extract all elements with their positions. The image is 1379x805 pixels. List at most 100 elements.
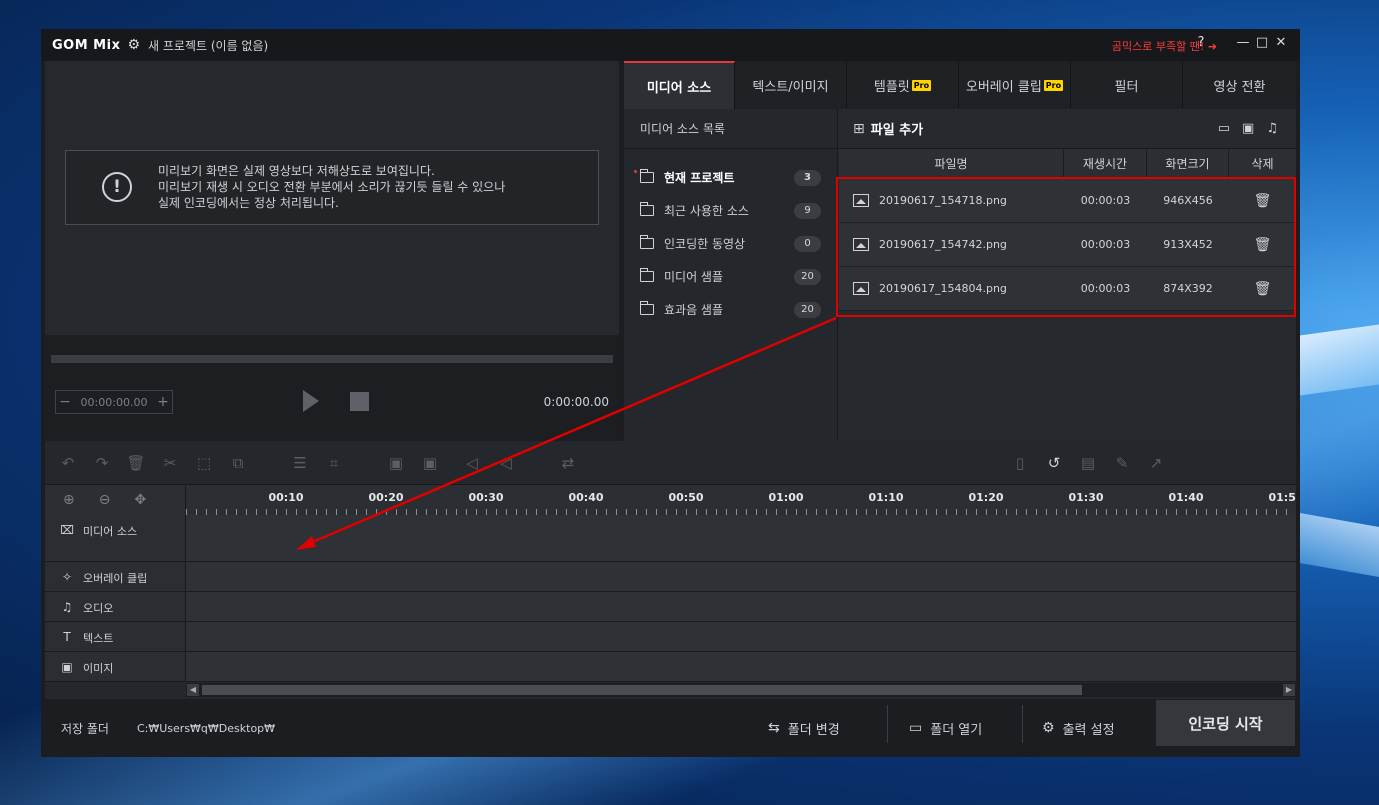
trash-icon[interactable]: 🗑	[1229, 237, 1296, 253]
tab-transition[interactable]: 영상 전환	[1183, 61, 1296, 109]
track-body[interactable]	[186, 562, 1296, 591]
folder-icon	[640, 268, 654, 282]
column-size[interactable]: 화면크기	[1147, 148, 1229, 179]
trash-icon[interactable]: 🗑	[1229, 281, 1296, 297]
track-body[interactable]	[186, 622, 1296, 651]
add-file-icon[interactable]: ⊞	[853, 121, 865, 137]
split-icon[interactable]: ⧉	[227, 454, 249, 472]
tab-filter[interactable]: 필터	[1071, 61, 1183, 109]
export-project-icon[interactable]: ↗	[1145, 454, 1167, 472]
gear-icon[interactable]: ⚙	[127, 37, 140, 53]
scroll-right-icon[interactable]: ▶	[1283, 684, 1295, 696]
tick-label: 00:30	[468, 491, 504, 504]
pro-badge: Pro	[911, 79, 932, 91]
source-item-sound-samples[interactable]: 효과음 샘플 20	[624, 293, 837, 326]
track-body[interactable]	[186, 652, 1296, 681]
transition-icon[interactable]: ⇄	[557, 454, 579, 472]
track-label: T 텍스트	[45, 622, 186, 651]
adjust-icon[interactable]: ☰	[289, 454, 311, 472]
count-badge: 9	[794, 203, 821, 219]
tab-media-source[interactable]: 미디어 소스	[624, 61, 735, 109]
tab-label: 미디어 소스	[646, 80, 712, 96]
file-toolbar-icons: ▭ ▣ ♫	[1218, 121, 1278, 136]
timecode-stepper[interactable]: − 00:00:00.00 +	[55, 390, 173, 414]
source-item-encoded[interactable]: 인코딩한 동영상 0	[624, 227, 837, 260]
preview-notice: ! 미리보기 화면은 실제 영상보다 저해상도로 보여집니다. 미리보기 재생 …	[65, 150, 599, 225]
zoom-in-icon[interactable]: ⊕	[63, 492, 75, 508]
volume-icon[interactable]: ◁	[461, 454, 483, 472]
tab-template[interactable]: 템플릿 Pro	[847, 61, 959, 109]
source-item-current-project[interactable]: 현재 프로젝트 3	[624, 161, 837, 194]
divider	[1022, 705, 1023, 743]
tick-label: 01:00	[768, 491, 804, 504]
file-size: 874X392	[1163, 282, 1213, 295]
output-settings-button[interactable]: ⚙ 출력 설정	[1042, 711, 1115, 745]
increment-button[interactable]: +	[154, 394, 172, 410]
seek-bar[interactable]	[51, 355, 613, 363]
save-project-icon[interactable]: ▤	[1077, 454, 1099, 472]
help-button[interactable]: ?	[1192, 35, 1210, 50]
count-badge: 20	[794, 269, 821, 285]
play-icon[interactable]	[303, 390, 319, 412]
add-video-icon[interactable]: ▭	[1218, 121, 1230, 136]
undo-icon[interactable]: ↶	[57, 454, 79, 472]
tab-overlay-clip[interactable]: 오버레이 클립 Pro	[959, 61, 1071, 109]
file-row[interactable]: 20190617_154742.png 00:00:03 913X452 🗑	[839, 223, 1296, 267]
file-list: ⊞ 파일 추가 ▭ ▣ ♫ 파일명 재생시간 화면크기 삭제 20190617_…	[839, 109, 1296, 465]
image-icon	[853, 194, 869, 207]
timeline-scrollbar[interactable]: ◀ ▶	[186, 683, 1296, 697]
source-item-media-samples[interactable]: 미디어 샘플 20	[624, 260, 837, 293]
maximize-button[interactable]: □	[1253, 35, 1271, 50]
files-toolbar: ⊞ 파일 추가 ▭ ▣ ♫	[839, 109, 1296, 149]
delete-icon[interactable]: 🗑	[125, 454, 147, 472]
text-icon: T	[63, 630, 71, 644]
folder-open-icon	[640, 169, 654, 183]
new-project-icon[interactable]: ▯	[1009, 454, 1031, 472]
trash-icon[interactable]: 🗑	[1229, 193, 1296, 209]
crop-icon[interactable]: ⌗	[323, 454, 345, 472]
tab-text-image[interactable]: 텍스트/이미지	[735, 61, 847, 109]
file-row[interactable]: 20190617_154804.png 00:00:03 874X392 🗑	[839, 267, 1296, 311]
total-time: 0:00:00.00	[543, 395, 609, 409]
minimize-button[interactable]: —	[1234, 35, 1252, 50]
redo-icon[interactable]: ↷	[91, 454, 113, 472]
ruler-row: ⊕ ⊖ ✥ 00:10 00:20 00:30 00:40 00:50 01:0…	[45, 485, 1296, 515]
divider	[887, 705, 888, 743]
count-badge: 0	[794, 236, 821, 252]
cut-icon[interactable]: ✂	[159, 454, 181, 472]
open-folder-button[interactable]: ▭ 폴더 열기	[909, 711, 982, 745]
track-body[interactable]	[186, 592, 1296, 621]
decrement-button[interactable]: −	[56, 394, 74, 410]
track-label: ✧ 오버레이 클립	[45, 562, 186, 591]
timecode-value[interactable]: 00:00:00.00	[74, 396, 154, 409]
scroll-left-icon[interactable]: ◀	[187, 684, 199, 696]
source-item-recent[interactable]: 최근 사용한 소스 9	[624, 194, 837, 227]
file-size: 946X456	[1163, 194, 1213, 207]
preview-panel: ! 미리보기 화면은 실제 영상보다 저해상도로 보여집니다. 미리보기 재생 …	[45, 61, 619, 465]
track-body[interactable]	[186, 515, 1296, 561]
edit-project-icon[interactable]: ✎	[1111, 454, 1133, 472]
image-left-icon[interactable]: ▣	[385, 454, 407, 472]
zoom-out-icon[interactable]: ⊖	[99, 492, 111, 508]
source-list: 미디어 소스 목록 현재 프로젝트 3 최근 사용한 소스 9 인코딩한 동영상…	[624, 109, 838, 465]
fit-icon[interactable]: ✥	[134, 492, 146, 508]
track-audio: ♫ 오디오	[45, 592, 1296, 622]
track-name: 오버레이 클립	[83, 572, 148, 585]
select-range-icon[interactable]: ⬚	[193, 454, 215, 472]
image-right-icon[interactable]: ▣	[419, 454, 441, 472]
add-image-icon[interactable]: ▣	[1242, 121, 1254, 136]
file-row[interactable]: 20190617_154718.png 00:00:03 946X456 🗑	[839, 179, 1296, 223]
column-duration[interactable]: 재생시간	[1064, 148, 1147, 179]
add-audio-icon[interactable]: ♫	[1266, 121, 1278, 136]
close-button[interactable]: ✕	[1272, 35, 1290, 50]
scroll-thumb[interactable]	[202, 685, 1082, 695]
column-filename[interactable]: 파일명	[839, 148, 1064, 179]
start-encoding-button[interactable]: 인코딩 시작	[1156, 700, 1295, 746]
open-project-icon[interactable]: ↺	[1043, 454, 1065, 472]
add-file-button[interactable]: 파일 추가	[871, 119, 923, 138]
stop-icon[interactable]	[350, 392, 369, 411]
time-ruler[interactable]: 00:10 00:20 00:30 00:40 00:50 01:00 01:1…	[186, 485, 1296, 515]
change-folder-button[interactable]: ⇆ 폴더 변경	[768, 711, 840, 745]
project-title: 새 프로젝트 (이름 없음)	[148, 38, 269, 53]
audio-cut-icon[interactable]: ◁	[495, 454, 517, 472]
